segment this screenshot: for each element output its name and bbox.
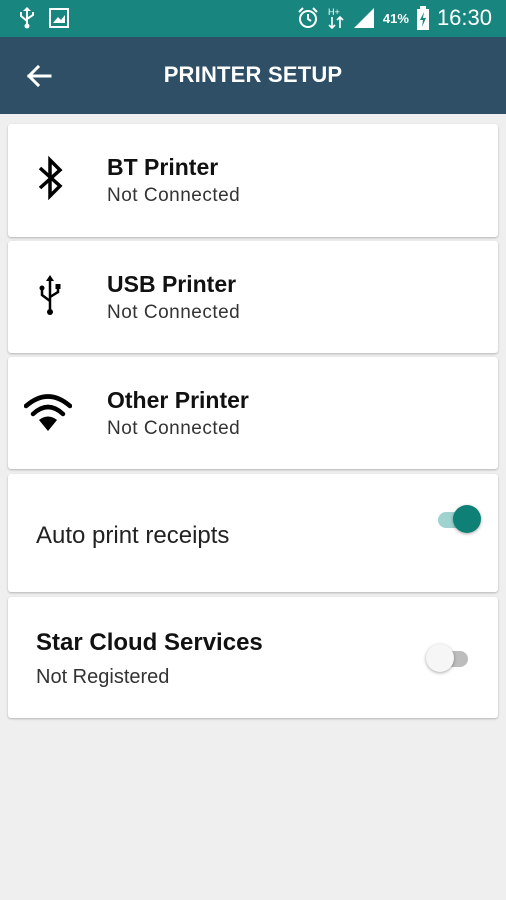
star-cloud-title: Star Cloud Services [36, 629, 263, 656]
page-title: PRINTER SETUP [163, 62, 343, 87]
alarm-icon [298, 7, 318, 28]
svg-text:H+: H+ [328, 7, 340, 17]
data-transfer-icon: H+ [328, 7, 344, 30]
status-bar: H+ 41% 16:30 [0, 0, 506, 37]
clock-time: 16:30 [436, 5, 492, 30]
printer-name: USB Printer [107, 271, 237, 297]
toggle-thumb [426, 644, 454, 672]
star-cloud-status: Not Registered [36, 666, 170, 688]
signal-icon [353, 8, 374, 28]
printer-item-usb[interactable]: USB Printer Not Connected [8, 241, 498, 353]
usb-icon [39, 275, 61, 315]
toggle-thumb [453, 505, 481, 533]
printer-item-other[interactable]: Other Printer Not Connected [8, 357, 498, 469]
screenshot-icon [49, 8, 69, 28]
printer-status: Not Connected [107, 418, 241, 439]
star-cloud-toggle[interactable] [426, 644, 472, 674]
battery-percent: 41% [382, 10, 409, 26]
usb-debug-icon [20, 7, 34, 29]
auto-print-label: Auto print receipts [36, 522, 230, 549]
printer-status: Not Connected [107, 302, 241, 323]
printer-status: Not Connected [107, 185, 241, 206]
wifi-icon [24, 394, 72, 431]
status-left-icons [18, 7, 70, 29]
auto-print-row: Auto print receipts [8, 474, 498, 592]
battery-charging-icon [416, 6, 429, 30]
auto-print-toggle[interactable] [436, 505, 482, 535]
printer-name: Other Printer [107, 387, 249, 413]
bluetooth-icon [38, 155, 63, 201]
app-bar: PRINTER SETUP [0, 37, 506, 114]
printer-item-bt[interactable]: BT Printer Not Connected [8, 124, 498, 237]
printer-name: BT Printer [107, 154, 219, 180]
star-cloud-row: Star Cloud Services Not Registered [8, 597, 498, 718]
status-right-icons: H+ 41% 16:30 [297, 5, 492, 31]
